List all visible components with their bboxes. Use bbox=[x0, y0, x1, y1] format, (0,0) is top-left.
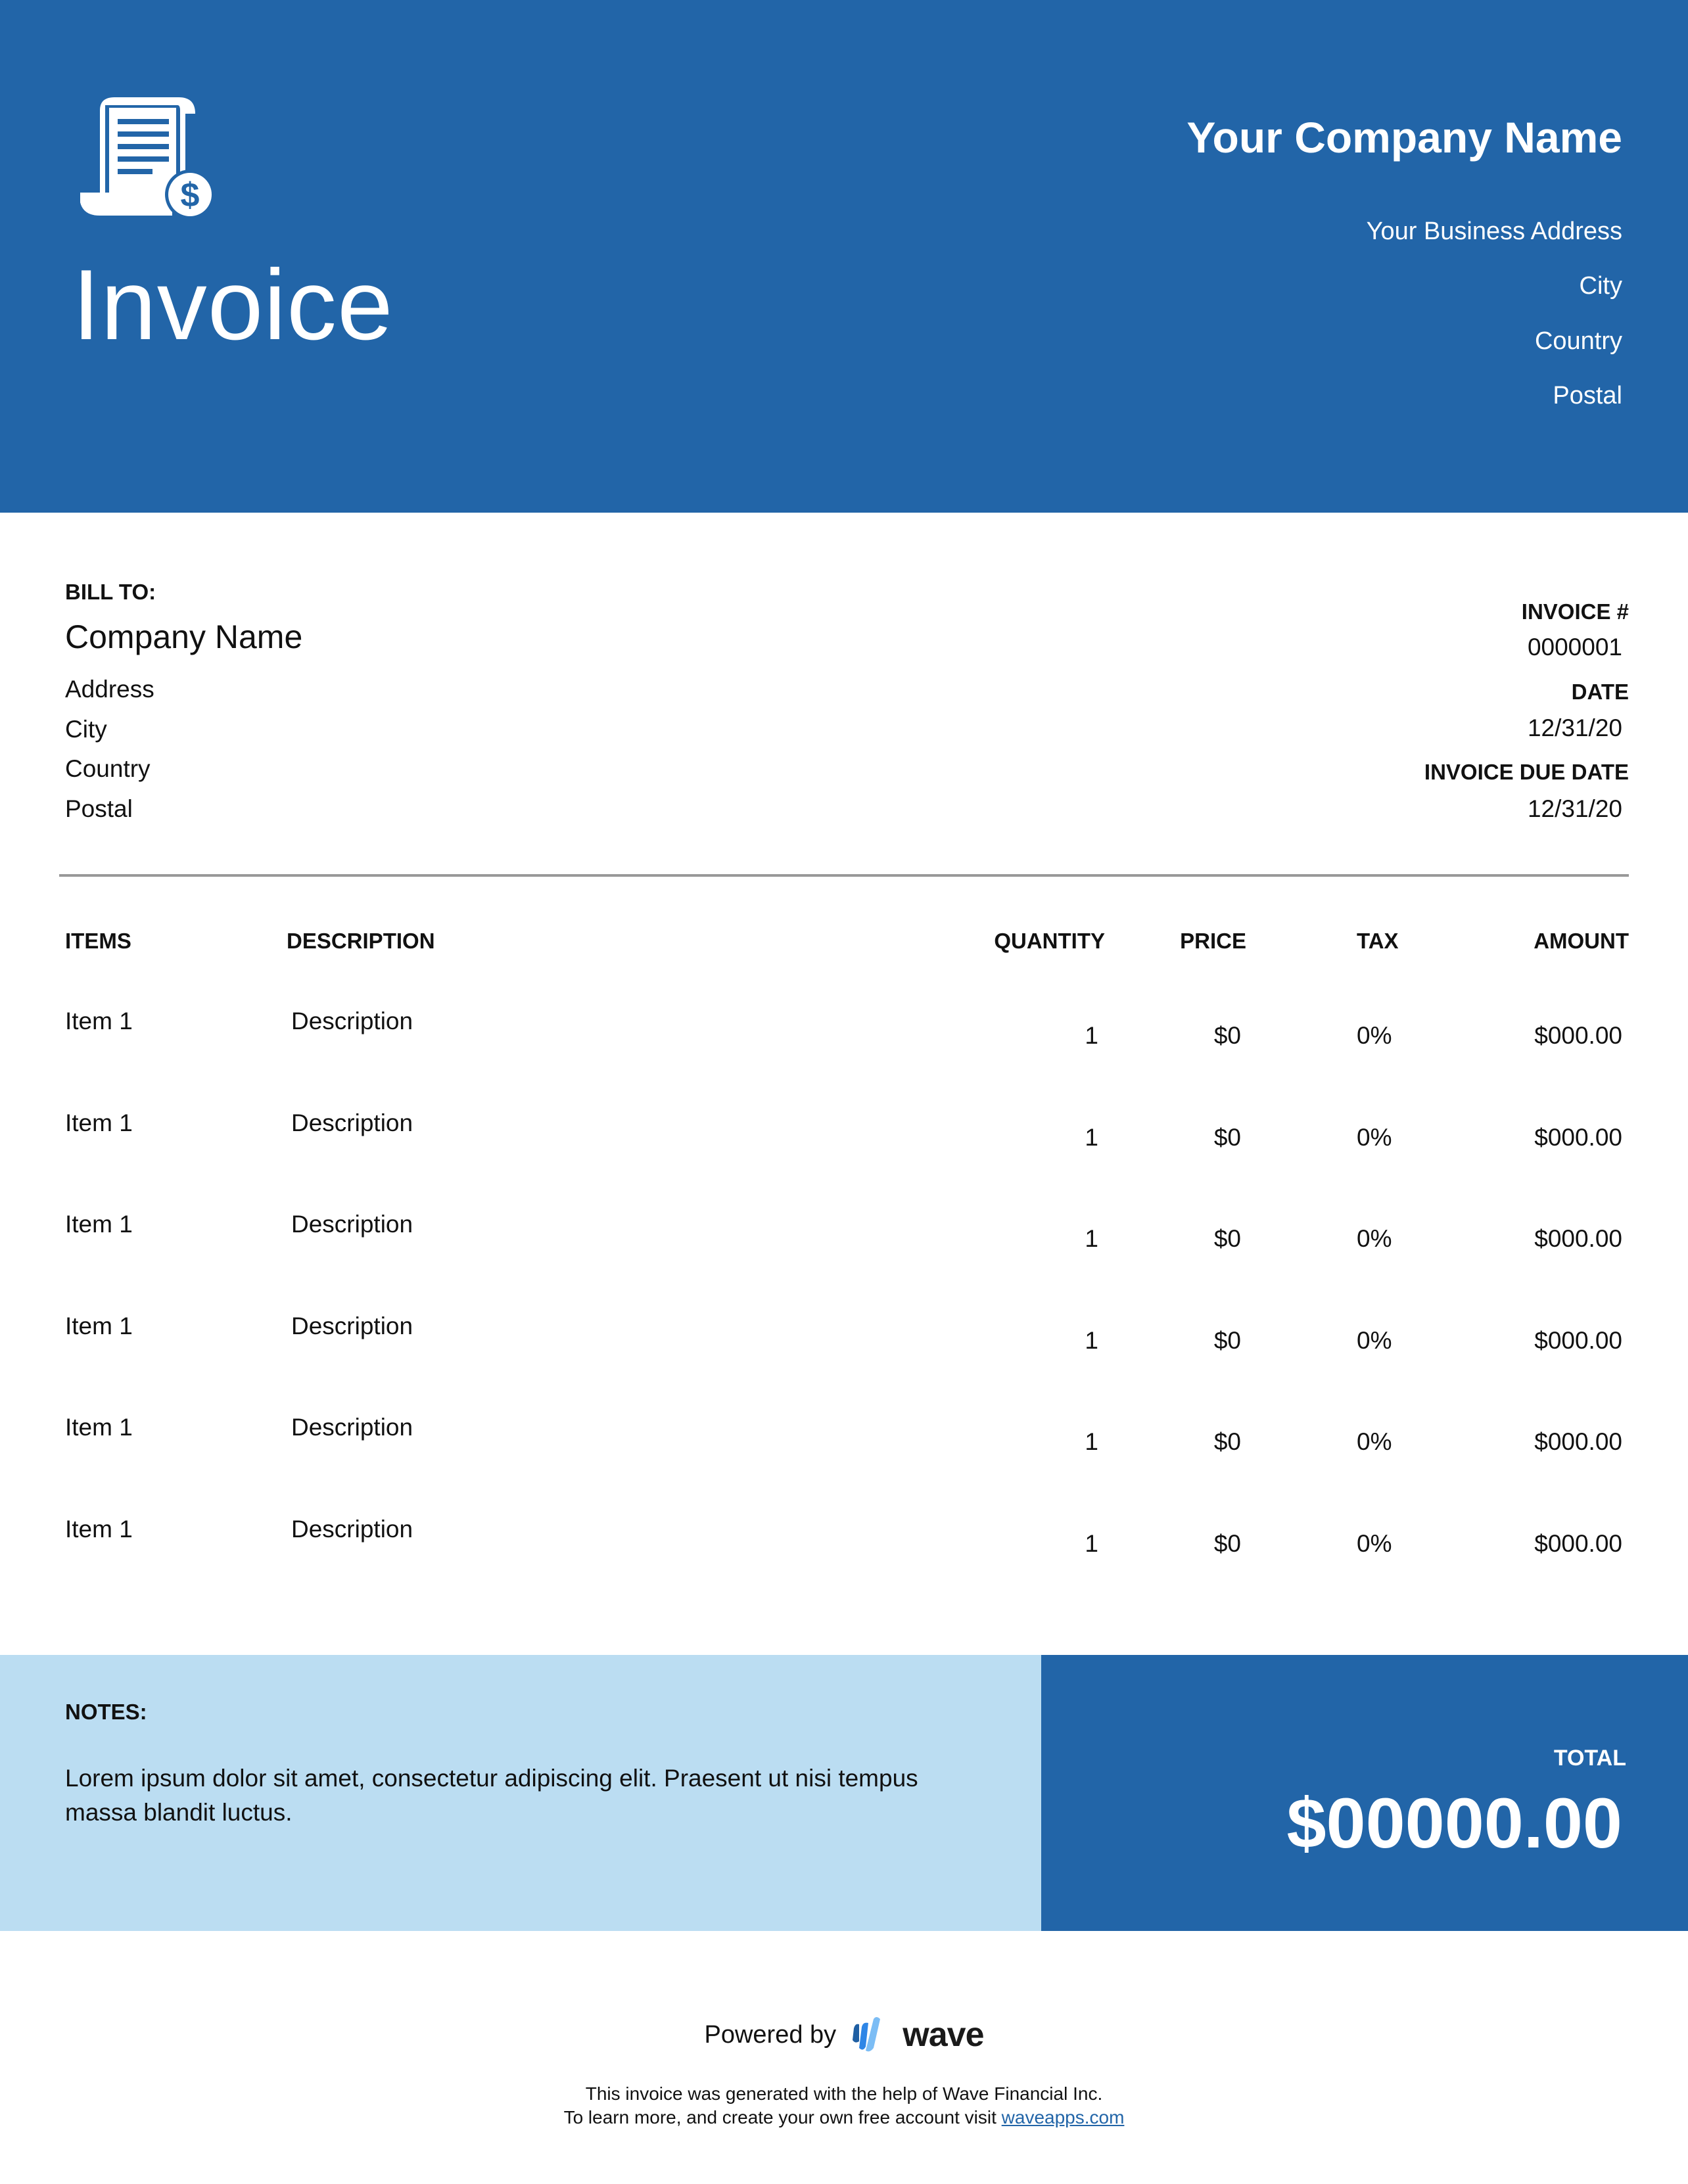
notes-label: NOTES: bbox=[65, 1700, 147, 1724]
powered-by-text: Powered by bbox=[704, 2020, 837, 2049]
column-header-quantity: QUANTITY bbox=[994, 929, 1105, 953]
date-label: DATE bbox=[1571, 680, 1629, 704]
row-amount: $000.00 bbox=[1534, 1529, 1622, 1557]
row-item: Item 1 bbox=[65, 1109, 133, 1136]
column-header-items: ITEMS bbox=[65, 929, 131, 953]
row-amount: $000.00 bbox=[1534, 1326, 1622, 1354]
row-tax: 0% bbox=[1357, 1529, 1392, 1557]
bill-to-label: BILL TO: bbox=[65, 580, 156, 604]
invoice-receipt-dollar-icon: $ bbox=[80, 97, 215, 220]
bill-to-address: Address bbox=[65, 676, 154, 703]
row-quantity: 1 bbox=[1085, 1123, 1098, 1151]
row-tax: 0% bbox=[1357, 1326, 1392, 1354]
due-date-value: 12/31/20 bbox=[1527, 795, 1622, 822]
row-quantity: 1 bbox=[1085, 1225, 1098, 1252]
section-divider bbox=[59, 874, 1629, 877]
row-description: Description bbox=[291, 1109, 413, 1136]
due-date-label: INVOICE DUE DATE bbox=[1424, 760, 1629, 784]
column-header-description: DESCRIPTION bbox=[287, 929, 435, 953]
bill-to-country: Country bbox=[65, 755, 151, 782]
row-amount: $000.00 bbox=[1534, 1225, 1622, 1252]
company-postal: Postal bbox=[1553, 382, 1622, 409]
column-header-tax: TAX bbox=[1357, 929, 1399, 953]
row-item: Item 1 bbox=[65, 1515, 133, 1543]
row-price: $0 bbox=[1213, 1326, 1241, 1354]
invoice-number-label: INVOICE # bbox=[1521, 599, 1629, 624]
invoice-number-value: 0000001 bbox=[1527, 634, 1622, 661]
company-name: Your Company Name bbox=[1186, 113, 1622, 162]
row-price: $0 bbox=[1213, 1529, 1241, 1557]
row-amount: $000.00 bbox=[1534, 1123, 1622, 1151]
row-description: Description bbox=[291, 1414, 413, 1441]
row-price: $0 bbox=[1213, 1022, 1241, 1049]
bill-to-city: City bbox=[65, 716, 107, 743]
row-tax: 0% bbox=[1357, 1225, 1392, 1252]
row-quantity: 1 bbox=[1085, 1326, 1098, 1354]
notes-text: Lorem ipsum dolor sit amet, consectetur … bbox=[65, 1765, 918, 1826]
company-address: Your Business Address bbox=[1366, 218, 1622, 245]
row-price: $0 bbox=[1213, 1225, 1241, 1252]
row-quantity: 1 bbox=[1085, 1022, 1098, 1049]
company-city: City bbox=[1579, 272, 1622, 300]
row-amount: $000.00 bbox=[1534, 1022, 1622, 1049]
footer-generated-line: This invoice was generated with the help… bbox=[585, 2083, 1103, 2104]
row-description: Description bbox=[291, 1312, 413, 1339]
total-label: TOTAL bbox=[1553, 1746, 1626, 1771]
waveapps-link[interactable]: waveapps.com bbox=[1002, 2107, 1125, 2127]
svg-text:$: $ bbox=[181, 176, 200, 214]
row-tax: 0% bbox=[1357, 1123, 1392, 1151]
row-item: Item 1 bbox=[65, 1008, 133, 1034]
powered-by: Powered by wave bbox=[0, 2015, 1688, 2053]
bill-to-company: Company Name bbox=[65, 618, 303, 655]
row-item: Item 1 bbox=[65, 1414, 133, 1441]
row-item: Item 1 bbox=[65, 1312, 133, 1339]
bill-to-postal: Postal bbox=[65, 795, 133, 822]
document-title: Invoice bbox=[72, 249, 394, 361]
row-tax: 0% bbox=[1357, 1022, 1392, 1049]
row-quantity: 1 bbox=[1085, 1529, 1098, 1557]
row-tax: 0% bbox=[1357, 1428, 1392, 1455]
company-country: Country bbox=[1534, 327, 1622, 355]
column-header-price: PRICE bbox=[1180, 929, 1246, 953]
footer-learn-more: To learn more, and create your own free … bbox=[0, 2108, 1688, 2127]
wave-brand: wave bbox=[903, 2015, 984, 2054]
row-amount: $000.00 bbox=[1534, 1428, 1622, 1455]
wave-logo-icon bbox=[852, 2016, 880, 2052]
row-price: $0 bbox=[1213, 1123, 1241, 1151]
row-item: Item 1 bbox=[65, 1211, 133, 1238]
row-description: Description bbox=[291, 1008, 413, 1034]
total-value: $00000.00 bbox=[1286, 1783, 1622, 1863]
footer-learn-more-text: To learn more, and create your own free … bbox=[563, 2107, 1002, 2127]
column-header-amount: AMOUNT bbox=[1534, 929, 1629, 953]
row-description: Description bbox=[291, 1211, 413, 1238]
row-price: $0 bbox=[1213, 1428, 1241, 1455]
date-value: 12/31/20 bbox=[1527, 714, 1622, 741]
row-description: Description bbox=[291, 1515, 413, 1543]
row-quantity: 1 bbox=[1085, 1428, 1098, 1455]
